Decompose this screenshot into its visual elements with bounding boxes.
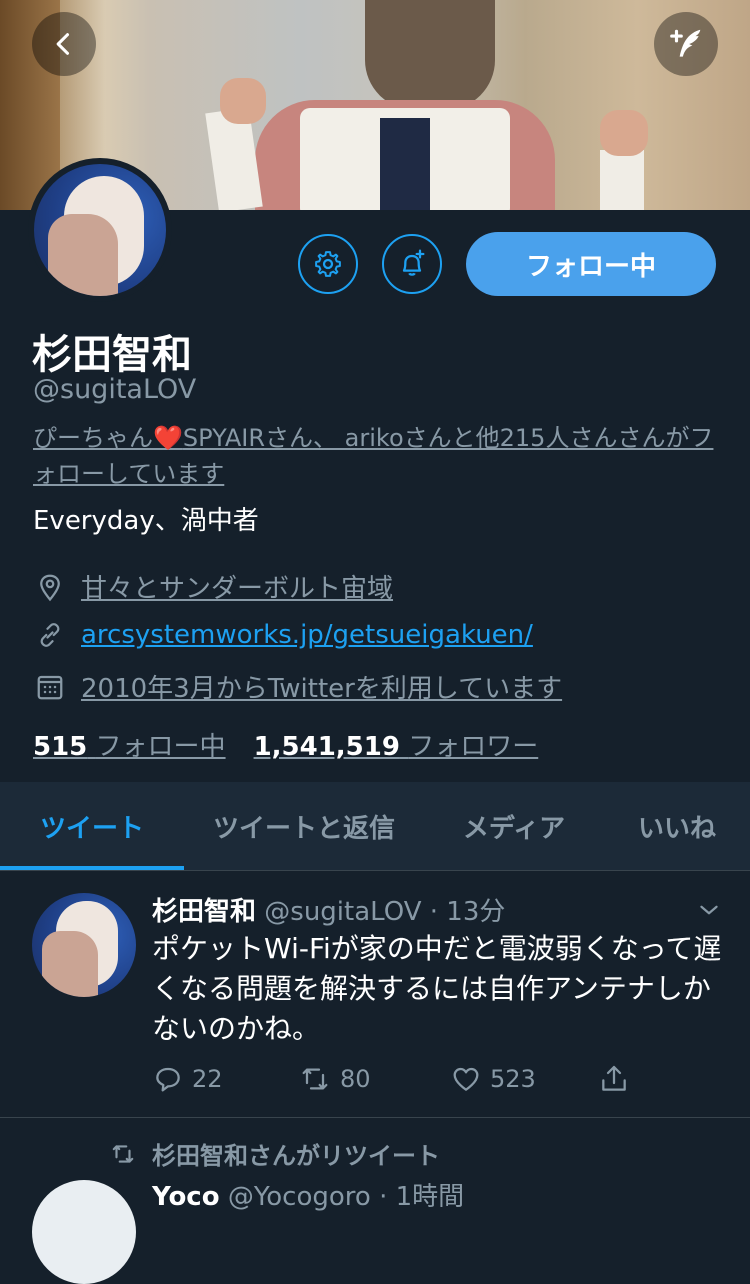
joined-text: 2010年3月からTwitterを利用しています (81, 674, 563, 704)
banner-person-hair (365, 0, 495, 110)
tweet-avatar-hand (42, 931, 98, 997)
following-count-link[interactable]: 515 フォロー中 (33, 726, 226, 763)
next-tweet-avatar[interactable] (32, 1180, 136, 1284)
notifications-button[interactable] (382, 234, 442, 294)
following-count: 515 (33, 732, 88, 762)
heart-outline-icon (453, 1067, 479, 1091)
chevron-left-icon (56, 33, 70, 55)
joined-row: 2010年3月からTwitterを利用しています (33, 668, 562, 705)
followers-count-link[interactable]: 1,541,519 フォロワー (254, 726, 539, 763)
retweet-small-icon (112, 1144, 134, 1163)
tab-tweets-replies[interactable]: ツイートと返信 (184, 808, 424, 845)
retweet-button[interactable]: 80 (298, 1063, 371, 1095)
retweet-count: 80 (340, 1065, 371, 1093)
compose-tweet-icon (670, 29, 701, 57)
reply-icon (156, 1067, 180, 1092)
follow-counts: 515 フォロー中 1,541,519 フォロワー (33, 726, 566, 763)
tab-media[interactable]: メディア (424, 808, 604, 845)
reply-count: 22 (192, 1065, 223, 1093)
website-link[interactable]: arcsystemworks.jp/getsueigakuen/ (81, 620, 533, 650)
followed-by-first: ぴーちゃん (33, 424, 153, 452)
tweet-header: 杉田智和 @sugitaLOV · 13分 (152, 891, 505, 928)
profile-tabs: ツイート ツイートと返信 メディア いいね (0, 782, 750, 871)
tweet-author-name[interactable]: 杉田智和 (152, 897, 256, 927)
next-tweet-header: Yoco @Yocogoro · 1時間 (152, 1176, 464, 1213)
location-text[interactable]: 甘々とサンダーボルト宙域 (81, 568, 393, 605)
tab-likes[interactable]: いいね (604, 808, 750, 845)
gear-icon (315, 251, 341, 277)
banner-collar-line (380, 118, 430, 210)
back-button[interactable] (32, 12, 96, 76)
tweet-handle-time: @sugitaLOV · 13分 (264, 897, 506, 927)
tab-tweets[interactable]: ツイート (0, 808, 184, 845)
avatar-hand (48, 214, 118, 296)
banner-fist-right (600, 110, 648, 156)
followed-by-link[interactable]: ぴーちゃん❤️SPYAIRさん、 arikoさんと他215人さんさんがフォローし… (33, 420, 723, 492)
bell-plus-icon (402, 249, 425, 276)
chevron-down-icon (700, 905, 718, 915)
tweet-actions: 22 80 523 (152, 1063, 652, 1099)
followers-count: 1,541,519 (253, 732, 400, 762)
location-pin-icon (33, 570, 67, 604)
banner-arm-right (600, 150, 644, 210)
website-row: arcsystemworks.jp/getsueigakuen/ (33, 618, 533, 652)
retweet-notice: 杉田智和さんがリツイート (108, 1136, 440, 1171)
settings-button[interactable] (298, 234, 358, 294)
heart-icon: ❤️ (153, 424, 183, 452)
reply-button[interactable]: 22 (152, 1063, 223, 1095)
profile-bio: Everyday、渦中者 (33, 506, 259, 536)
profile-name: 杉田智和 (32, 332, 192, 378)
tweet-text: ポケットWi-Fiが家の中だと電波弱くなって遅くなる問題を解決するには自作アンテ… (152, 932, 722, 1045)
following-button[interactable]: フォロー中 (466, 232, 716, 296)
share-icon (602, 1065, 626, 1091)
profile-handle: @sugitaLOV (33, 374, 197, 405)
tweet[interactable]: 杉田智和 @sugitaLOV · 13分 ポケットWi-Fiが家の中だと電波弱… (0, 871, 750, 1118)
link-icon (33, 618, 67, 652)
next-tweet-handle-time: @Yocogoro · 1時間 (227, 1182, 465, 1212)
following-label: フォロー中 (95, 732, 226, 762)
next-tweet-author[interactable]: Yoco (152, 1182, 220, 1212)
profile-avatar[interactable] (28, 158, 172, 302)
banner-fist-left (220, 78, 266, 124)
retweet-notice-text[interactable]: 杉田智和さんがリツイート (152, 1136, 440, 1171)
tweet-avatar[interactable] (32, 893, 136, 997)
like-button[interactable]: 523 (450, 1063, 536, 1095)
retweet-icon (302, 1068, 328, 1090)
location-row: 甘々とサンダーボルト宙域 (33, 568, 393, 605)
calendar-icon (33, 670, 67, 704)
active-tab-indicator (0, 866, 184, 870)
tweet-menu-button[interactable] (696, 897, 722, 927)
compose-tweet-button[interactable] (654, 12, 718, 76)
avatar-image (34, 164, 166, 296)
like-count: 523 (490, 1065, 536, 1093)
share-button[interactable] (598, 1063, 638, 1095)
followers-label: フォロワー (408, 732, 539, 762)
